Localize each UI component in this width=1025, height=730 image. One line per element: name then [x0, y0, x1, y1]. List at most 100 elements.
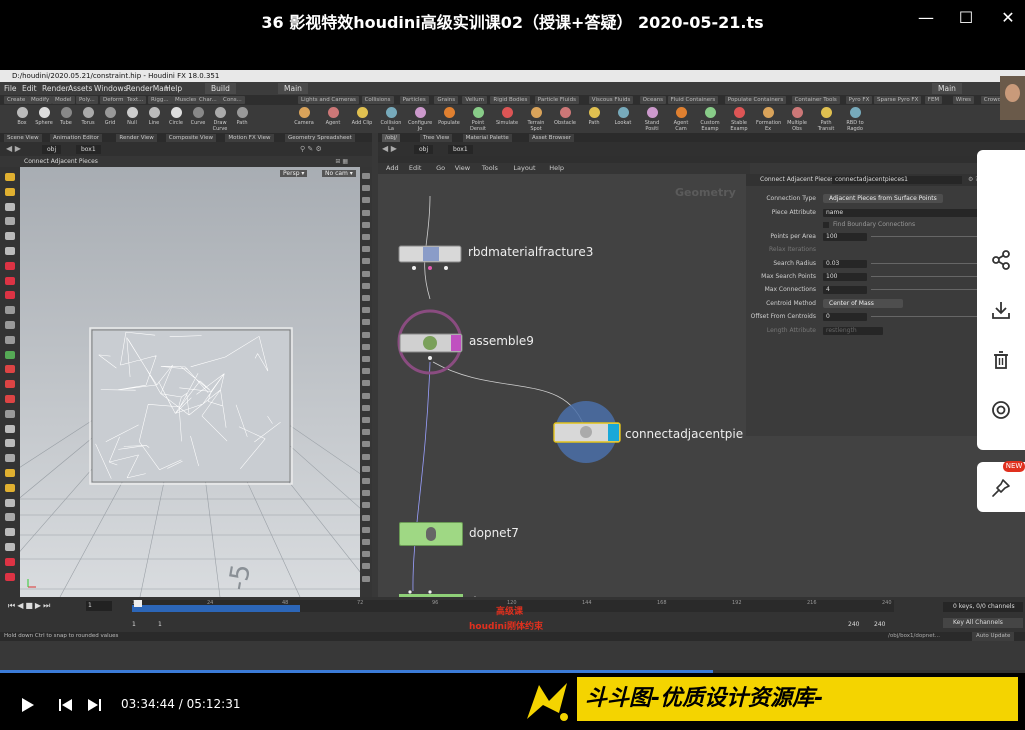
tool-icon[interactable] — [5, 335, 15, 344]
tool-icon[interactable] — [5, 454, 15, 463]
tool-icon[interactable] — [5, 232, 15, 241]
tool-icon[interactable] — [5, 217, 15, 226]
display-option-icon[interactable] — [362, 258, 370, 265]
auto-update-button[interactable]: Auto Update — [972, 632, 1015, 641]
previous-icon[interactable] — [58, 697, 74, 713]
pane-tab[interactable]: Material Palette — [462, 134, 512, 142]
tool-icon[interactable] — [5, 202, 15, 211]
shelf-tab[interactable]: Rigg... — [148, 96, 172, 104]
pin-icon[interactable] — [991, 478, 1011, 498]
shelf-tool[interactable]: Collision La — [379, 107, 403, 132]
display-option-icon[interactable] — [362, 490, 370, 497]
shelf-tool[interactable]: Draw Curve — [208, 107, 232, 132]
net-path-node[interactable]: box1 — [448, 145, 473, 154]
shelf-tool[interactable]: Curve — [186, 107, 210, 126]
tool-icon[interactable] — [5, 365, 15, 374]
node-dopnet[interactable] — [399, 590, 463, 597]
shelf-tool[interactable]: Configure Jo — [408, 107, 432, 132]
persp-menu[interactable]: Persp ▾ — [280, 170, 308, 177]
display-option-icon[interactable] — [362, 173, 370, 179]
max-connections-field[interactable]: 4 — [823, 286, 867, 294]
build-desktop-select[interactable]: Build — [205, 83, 236, 94]
shelf-tool[interactable]: Populate — [437, 107, 461, 126]
menu-assets[interactable]: Assets — [68, 82, 92, 95]
shelf-tab[interactable]: Container Tools — [791, 96, 840, 104]
offset-field[interactable]: 0 — [823, 313, 867, 321]
shelf-tab[interactable]: Rigid Bodies — [490, 96, 531, 104]
network-menu-item[interactable]: Help — [549, 163, 564, 174]
tool-icon[interactable] — [5, 409, 15, 418]
pane-tab[interactable]: Motion FX View — [225, 134, 274, 142]
network-menu-item[interactable]: Go — [436, 163, 445, 174]
node-name-field[interactable]: connectadjacentpieces1 — [832, 176, 962, 184]
tool-icon[interactable] — [5, 321, 15, 329]
node-assemble[interactable] — [397, 309, 463, 375]
end-frame[interactable]: 240 — [848, 621, 859, 628]
display-option-icon[interactable] — [362, 209, 370, 216]
display-option-icon[interactable] — [362, 453, 370, 460]
display-option-icon[interactable] — [362, 270, 370, 277]
display-option-icon[interactable] — [362, 307, 370, 314]
shelf-tab[interactable]: Viscous Fluids — [588, 96, 634, 104]
pane-tab[interactable]: Scene View — [4, 134, 42, 142]
max-search-field[interactable]: 100 — [823, 273, 867, 281]
shelf-tool[interactable]: Point Densit — [466, 107, 490, 132]
shelf-tool[interactable]: RBD to Ragdo — [843, 107, 867, 132]
display-option-icon[interactable] — [362, 368, 370, 375]
dopnet-node-body[interactable] — [399, 522, 463, 546]
tool-icon[interactable] — [5, 187, 15, 196]
network-menu-item[interactable]: Edit — [409, 163, 422, 174]
shelf-tab[interactable]: Modify — [28, 96, 53, 104]
tool-icon[interactable] — [5, 261, 15, 270]
tool-icon[interactable] — [5, 528, 15, 537]
find-boundary-checkbox[interactable] — [823, 222, 829, 228]
close-button[interactable]: ✕ — [994, 6, 1022, 30]
pane-tab[interactable]: /obj/ — [382, 134, 401, 142]
pane-tab[interactable]: Geometry Spreadsheet — [285, 134, 355, 142]
shelf-tab[interactable]: Particles — [399, 96, 429, 104]
display-option-icon[interactable] — [362, 234, 370, 240]
video-frame[interactable]: D:/houdini/2020.05.21/constraint.hip - H… — [0, 70, 1025, 670]
tool-icon[interactable] — [5, 483, 15, 492]
shelf-tab[interactable]: Deform — [100, 96, 127, 104]
pane-tab[interactable]: Asset Browser — [529, 134, 575, 142]
shelf-tab[interactable]: Poly... — [76, 96, 98, 104]
tool-icon[interactable] — [5, 276, 15, 285]
shelf-tool[interactable]: Formation Ex — [756, 107, 781, 132]
display-option-icon[interactable] — [362, 221, 370, 228]
trash-icon[interactable] — [991, 350, 1011, 370]
display-option-icon[interactable] — [362, 478, 370, 484]
shelf-tab[interactable]: Model — [52, 96, 75, 104]
display-option-icon[interactable] — [362, 246, 370, 253]
display-option-icon[interactable] — [362, 563, 370, 570]
display-option-icon[interactable] — [362, 197, 370, 204]
node-connectadjacentpieces[interactable] — [553, 401, 621, 463]
main-desktop-select-right[interactable]: Main — [932, 83, 962, 94]
node-rbdmaterialfracture[interactable] — [398, 245, 462, 270]
tool-icon[interactable] — [5, 439, 15, 448]
network-menu-item[interactable]: Add — [386, 163, 399, 174]
network-menu-item[interactable]: Tools — [482, 163, 498, 174]
shelf-tool[interactable]: Circle — [164, 107, 188, 126]
points-per-area-field[interactable]: 100 — [823, 233, 867, 241]
tool-icon[interactable] — [5, 380, 15, 389]
playback-controls[interactable]: ⏮◀■▶⏭ — [8, 601, 52, 611]
shelf-tool[interactable]: Simulate — [495, 107, 519, 126]
display-option-icon[interactable] — [362, 502, 370, 509]
tool-icon[interactable] — [5, 543, 15, 551]
length-attr-field[interactable]: restlength — [823, 327, 883, 335]
shelf-tab[interactable]: Char... — [196, 96, 220, 104]
net-back-arrow-icon[interactable]: ◀ ▶ — [382, 144, 397, 153]
shelf-tab[interactable]: Cons... — [220, 96, 245, 104]
scene-viewport[interactable]: -5 Persp ▾ No cam ▾ — [20, 167, 360, 597]
display-option-icon[interactable] — [362, 404, 370, 411]
shelf-tab[interactable]: Lights and Cameras — [298, 96, 359, 104]
maximize-button[interactable]: ☐ — [952, 6, 980, 30]
tool-icon[interactable] — [5, 572, 15, 581]
pin-icon[interactable]: ⚲ ✎ ⚙ — [300, 145, 322, 153]
display-option-icon[interactable] — [362, 392, 370, 399]
shelf-tool[interactable]: Path Transit — [814, 107, 838, 132]
display-option-icon[interactable] — [362, 514, 370, 521]
shelf-tool[interactable]: Torus — [76, 107, 100, 126]
shelf-tab[interactable]: Vellum — [462, 96, 488, 104]
